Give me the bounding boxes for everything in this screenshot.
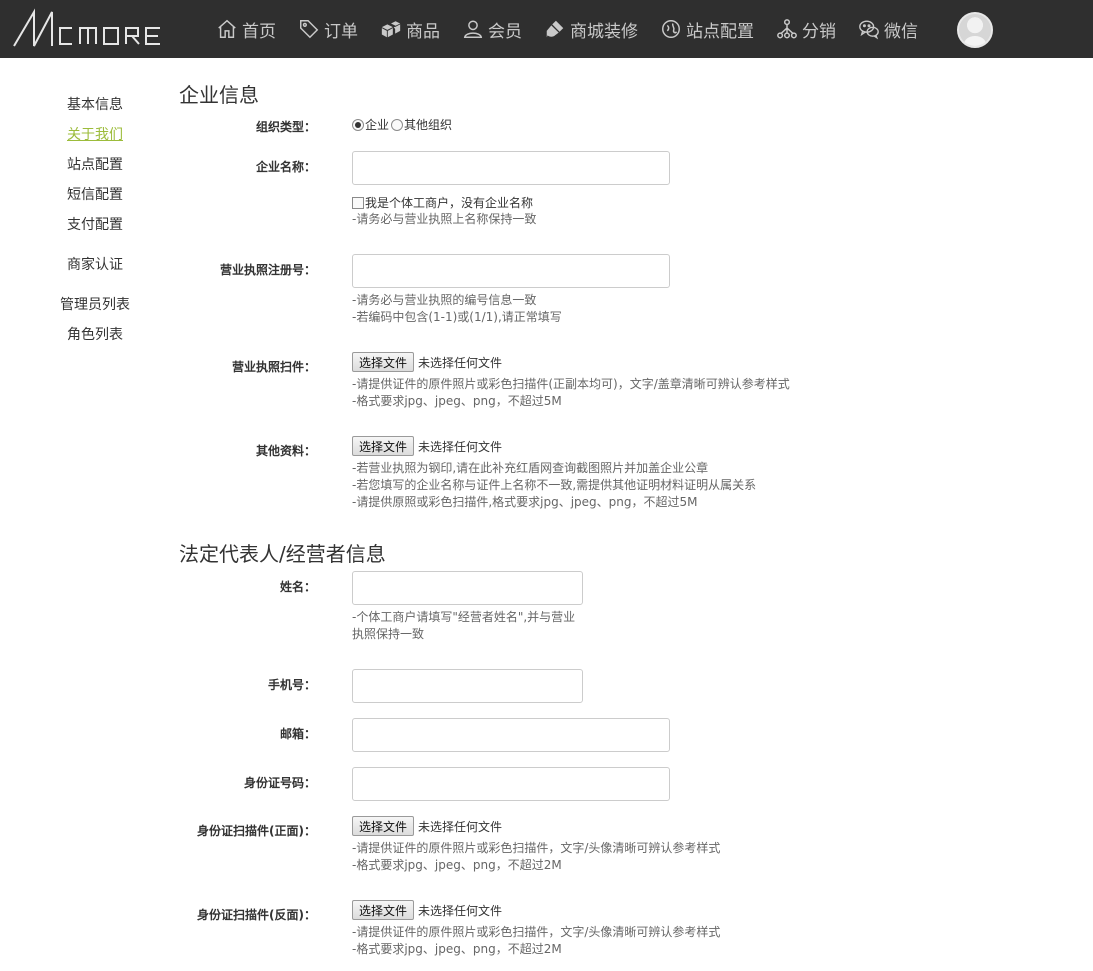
license-scan-label: 营业执照扫件： <box>231 360 316 374</box>
sidebar-item-site-config[interactable]: 站点配置 <box>67 154 123 174</box>
top-navbar: 首页 订单 商品 会员 商城装修 站点配置 分销 微信 <box>0 0 1093 58</box>
license-scan-status: 未选择任何文件 <box>418 355 503 370</box>
license-scan-file-input: 选择文件 未选择任何文件 <box>352 352 502 372</box>
nav-site-config[interactable]: 站点配置 <box>660 0 754 58</box>
legal-name-hint: -个体工商户请填写"经营者姓名",并与营业执照保持一致 <box>352 610 576 641</box>
org-type-label: 组织类型： <box>255 120 316 134</box>
nav-label: 站点配置 <box>686 21 754 42</box>
id-no-input[interactable] <box>352 767 670 801</box>
id-front-status: 未选择任何文件 <box>418 819 503 834</box>
company-name-input[interactable] <box>352 151 670 185</box>
id-front-hint-2: -格式要求jpg、jpeg、png，不超过2M <box>352 858 562 872</box>
nav-distribution[interactable]: 分销 <box>776 0 836 58</box>
nav-label: 首页 <box>242 21 276 42</box>
other-docs-choose-button[interactable]: 选择文件 <box>352 436 415 456</box>
radio-enterprise[interactable] <box>352 118 364 131</box>
sidebar-item-merchant-auth[interactable]: 商家认证 <box>67 254 123 274</box>
nav-label: 订单 <box>324 21 358 42</box>
sidebar-item-about-us[interactable]: 关于我们 <box>67 124 123 144</box>
license-scan-choose-button[interactable]: 选择文件 <box>352 352 415 372</box>
other-docs-hint-2: -若您填写的企业名称与证件上名称不一致,需提供其他证明材料证明从属关系 <box>352 478 757 492</box>
sidebar-item-role-list[interactable]: 角色列表 <box>67 324 123 344</box>
radio-enterprise-label: 企业 <box>365 118 390 132</box>
individual-checkbox-row: 我是个体工商户，没有企业名称 <box>352 194 533 211</box>
avatar[interactable] <box>957 12 993 48</box>
company-name-hint: -请务必与营业执照上名称保持一致 <box>352 212 537 226</box>
nav-orders[interactable]: 订单 <box>298 0 358 58</box>
license-scan-hint-2: -格式要求jpg、jpeg、png，不超过5M <box>352 394 562 408</box>
other-docs-status: 未选择任何文件 <box>418 439 503 454</box>
section-title-company: 企业信息 <box>179 83 259 107</box>
site-config-icon <box>662 20 680 38</box>
home-icon <box>218 19 236 38</box>
id-back-choose-button[interactable]: 选择文件 <box>352 900 415 920</box>
nav-decoration[interactable]: 商城装修 <box>544 0 638 58</box>
main-nav: 首页 订单 商品 会员 商城装修 站点配置 分销 微信 <box>216 0 940 58</box>
legal-name-label: 姓名： <box>279 580 316 594</box>
id-back-label: 身份证扫描件(反面)： <box>197 908 316 922</box>
id-front-hint-1: -请提供证件的原件照片或彩色扫描件，文字/头像清晰可辨认参考样式 <box>352 841 721 855</box>
nav-wechat[interactable]: 微信 <box>858 0 918 58</box>
nav-label: 分销 <box>802 21 836 42</box>
section-title-legal: 法定代表人/经营者信息 <box>179 542 386 566</box>
boxes-icon <box>381 21 401 38</box>
license-no-input[interactable] <box>352 254 670 288</box>
other-docs-hint-1: -若营业执照为钢印,请在此补充红盾网查询截图照片并加盖企业公章 <box>352 461 709 475</box>
other-docs-hint-3: -请提供原照或彩色扫描件,格式要求jpg、jpeg、png，不超过5M <box>352 495 698 509</box>
individual-checkbox[interactable] <box>352 196 364 209</box>
id-front-choose-button[interactable]: 选择文件 <box>352 816 415 836</box>
id-back-file-input: 选择文件 未选择任何文件 <box>352 900 502 920</box>
nav-label: 会员 <box>488 21 522 42</box>
wechat-icon <box>859 20 879 40</box>
radio-other-org[interactable] <box>391 118 404 131</box>
id-back-hint-1: -请提供证件的原件照片或彩色扫描件，文字/头像清晰可辨认参考样式 <box>352 925 721 939</box>
org-type-radio-group: 企业 其他组织 <box>352 116 452 133</box>
phone-label: 手机号： <box>267 678 316 692</box>
user-icon <box>463 20 483 38</box>
sidebar-item-admin-list[interactable]: 管理员列表 <box>60 294 130 314</box>
brand-logo[interactable] <box>12 8 182 50</box>
id-back-hint-2: -格式要求jpg、jpeg、png，不超过2M <box>352 942 562 956</box>
tag-icon <box>300 20 319 39</box>
license-no-hint-2: -若编码中包含(1-1)或(1/1),请正常填写 <box>352 310 562 324</box>
license-scan-hint-1: -请提供证件的原件照片或彩色扫描件(正副本均可)，文字/盖章清晰可辨认参考样式 <box>352 377 790 391</box>
sidebar-item-sms-config[interactable]: 短信配置 <box>67 184 123 204</box>
id-front-label: 身份证扫描件(正面)： <box>197 824 316 838</box>
nav-label: 商城装修 <box>570 21 638 42</box>
radio-other-org-label: 其他组织 <box>404 118 453 132</box>
other-docs-file-input: 选择文件 未选择任何文件 <box>352 436 502 456</box>
nav-members[interactable]: 会员 <box>462 0 522 58</box>
email-label: 邮箱： <box>279 727 316 741</box>
sidebar-item-payment-config[interactable]: 支付配置 <box>67 214 123 234</box>
brush-icon <box>546 20 564 38</box>
network-icon <box>777 19 797 39</box>
nav-label: 商品 <box>406 21 440 42</box>
id-back-status: 未选择任何文件 <box>418 903 503 918</box>
nav-home[interactable]: 首页 <box>216 0 276 58</box>
id-no-label: 身份证号码： <box>243 776 316 790</box>
nav-products[interactable]: 商品 <box>380 0 440 58</box>
sidebar-item-basic-info[interactable]: 基本信息 <box>67 94 123 114</box>
license-no-label: 营业执照注册号： <box>219 263 316 277</box>
nav-label: 微信 <box>884 21 918 42</box>
other-docs-label: 其他资料： <box>255 444 316 458</box>
individual-checkbox-label: 我是个体工商户，没有企业名称 <box>365 196 534 210</box>
license-no-hint-1: -请务必与营业执照的编号信息一致 <box>352 293 537 307</box>
company-name-label: 企业名称： <box>255 160 316 174</box>
phone-input[interactable] <box>352 669 583 703</box>
id-front-file-input: 选择文件 未选择任何文件 <box>352 816 502 836</box>
email-input[interactable] <box>352 718 670 752</box>
legal-name-input[interactable] <box>352 571 583 605</box>
